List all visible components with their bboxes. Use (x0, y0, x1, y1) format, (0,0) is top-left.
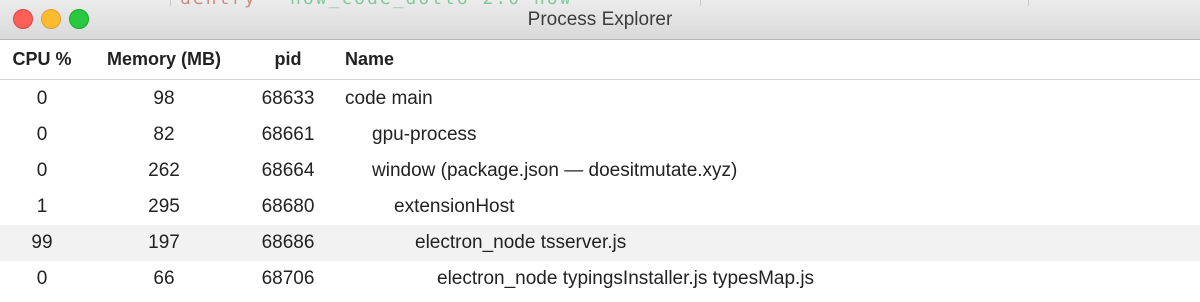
background-tab-divider (700, 0, 701, 6)
pid-cell: 68686 (261, 232, 315, 253)
memory-cell: 66 (153, 268, 175, 289)
background-tab-divider (1028, 0, 1029, 6)
table-header: CPU % Memory (MB) pid Name (0, 40, 1200, 80)
process-row-highlighted[interactable]: 99 197 68686 electron_node tsserver.js (0, 225, 1200, 261)
window-title: Process Explorer (527, 9, 673, 30)
name-cell: electron_node typingsInstaller.js typesM… (437, 268, 815, 289)
name-cell: code main (345, 88, 433, 109)
cpu-cell: 0 (36, 88, 48, 109)
name-cell: window (package.json — doesitmutate.xyz) (372, 160, 738, 181)
cpu-cell: 0 (36, 124, 48, 145)
pid-cell: 68661 (261, 124, 315, 145)
background-tab-divider (170, 0, 171, 6)
process-row[interactable]: 0 98 68633 code main (0, 81, 1200, 117)
title-bar[interactable]: dentry · now_code_dotto 2.0 now Process … (0, 0, 1200, 40)
pid-cell: 68633 (261, 88, 315, 109)
cpu-cell: 0 (36, 160, 48, 181)
pid-cell: 68664 (261, 160, 315, 181)
memory-cell: 98 (153, 88, 175, 109)
column-header-cpu[interactable]: CPU % (0, 49, 84, 70)
process-list: 0 98 68633 code main 0 82 68661 gpu-proc… (0, 81, 1200, 297)
name-cell: extensionHost (394, 196, 515, 217)
pid-cell: 68706 (261, 268, 315, 289)
background-window-text: dentry · (180, 0, 283, 9)
memory-cell: 82 (153, 124, 175, 145)
memory-cell: 197 (148, 232, 180, 253)
pid-cell: 68680 (261, 196, 315, 217)
process-row[interactable]: 1 295 68680 extensionHost (0, 189, 1200, 225)
column-header-memory[interactable]: Memory (MB) (84, 49, 244, 70)
column-header-pid[interactable]: pid (244, 49, 332, 70)
cpu-cell: 0 (36, 268, 48, 289)
cpu-cell: 99 (31, 232, 53, 253)
background-window-text-2: now_code_dotto 2.0 now (290, 0, 572, 9)
name-cell: gpu-process (372, 124, 477, 145)
process-row[interactable]: 0 66 68706 electron_node typingsInstalle… (0, 261, 1200, 297)
process-explorer-window: dentry · now_code_dotto 2.0 now Process … (0, 0, 1200, 302)
memory-cell: 262 (148, 160, 180, 181)
memory-cell: 295 (148, 196, 180, 217)
column-header-name[interactable]: Name (345, 49, 394, 70)
process-row[interactable]: 0 262 68664 window (package.json — doesi… (0, 153, 1200, 189)
process-row[interactable]: 0 82 68661 gpu-process (0, 117, 1200, 153)
name-cell: electron_node tsserver.js (415, 232, 627, 253)
cpu-cell: 1 (36, 196, 48, 217)
